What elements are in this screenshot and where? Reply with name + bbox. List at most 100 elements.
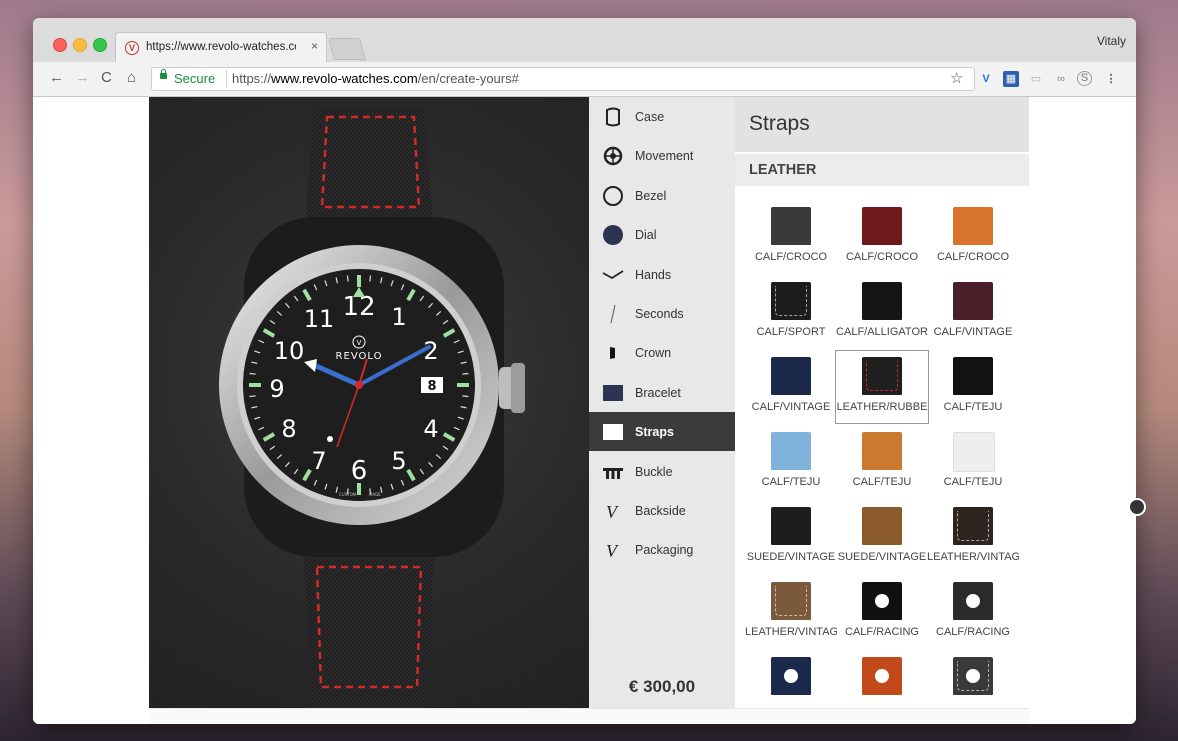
extension-image-icon[interactable]: ▭ [1028, 71, 1044, 87]
strap-option[interactable]: CALF/TEJU [836, 426, 928, 498]
strap-option[interactable]: CALF/RACING [927, 576, 1019, 648]
menu-item-bezel[interactable]: Bezel [589, 176, 735, 215]
strap-option[interactable]: LEATHER/VINTAG [927, 501, 1019, 573]
minimize-window-button[interactable] [73, 38, 87, 52]
strap-swatch-icon [953, 582, 993, 620]
panel-title: Straps [735, 97, 1029, 152]
strap-option[interactable]: SUEDE/VINTAGE [836, 501, 928, 573]
menu-item-hands[interactable]: Hands [589, 255, 735, 294]
menu-item-label: Dial [635, 228, 657, 243]
strap-option-label: LEATHER/VINTAG [745, 626, 837, 638]
watch-preview: 12 1 2 4 5 6 7 8 9 10 11 V REVOLO 8 CUST… [149, 97, 589, 708]
menu-item-crown[interactable]: Crown [589, 333, 735, 372]
close-window-button[interactable] [53, 38, 67, 52]
strap-option[interactable] [836, 651, 928, 708]
menu-item-label: Hands [635, 267, 672, 282]
strap-option[interactable]: CALF/CROCO [927, 201, 1019, 273]
menu-item-label: Movement [635, 149, 694, 164]
straps-icon [601, 421, 625, 443]
dial-tick [369, 275, 372, 282]
numeral-9: 9 [269, 375, 284, 403]
strap-option[interactable]: CALF/SPORT [745, 276, 837, 348]
browser-window: V https://www.revolo-watches.co × Vitaly… [33, 18, 1136, 724]
strap-swatch-icon [771, 282, 811, 320]
dial-icon [601, 224, 625, 246]
strap-swatch-icon [771, 207, 811, 245]
strap-option[interactable]: CALF/TEJU [927, 426, 1019, 498]
lock-icon [160, 69, 167, 79]
bookmark-star-icon[interactable]: ☆ [950, 69, 963, 87]
profile-name[interactable]: Vitaly [1097, 34, 1126, 48]
browser-menu-icon[interactable]: ⋮ [1103, 71, 1119, 87]
strap-swatch-icon [771, 357, 811, 395]
straps-panel: Straps LEATHER CALF/CROCO CALF/CROCO CALF/… [735, 97, 1029, 708]
extension-s-icon[interactable]: S [1077, 71, 1092, 86]
url-text[interactable]: https://www.revolo-watches.com/en/create… [232, 71, 519, 86]
strap-option[interactable]: CALF/TEJU [745, 426, 837, 498]
strap-option-label: CALF/CROCO [754, 251, 828, 263]
backside-icon: V [601, 500, 625, 522]
home-button[interactable]: ⌂ [127, 69, 136, 86]
tab-close-icon[interactable]: × [311, 39, 318, 53]
new-tab-button[interactable] [328, 38, 366, 60]
menu-item-backside[interactable]: V Backside [589, 491, 735, 530]
strap-swatch-icon [953, 657, 993, 695]
strap-option[interactable]: CALF/ALLIGATOR [836, 276, 928, 348]
menu-item-buckle[interactable]: Buckle [589, 452, 735, 491]
seconds-icon [601, 303, 625, 325]
menu-item-case[interactable]: Case [589, 97, 735, 136]
buckle-icon [601, 461, 625, 483]
strap-option[interactable] [927, 651, 1019, 708]
page-content: 12 1 2 4 5 6 7 8 9 10 11 V REVOLO 8 CUST… [33, 97, 1136, 724]
page-footer-strip [149, 708, 1029, 724]
strap-swatch-icon [771, 507, 811, 545]
strap-option[interactable]: CALF/VINTAGE [745, 351, 837, 423]
secure-label: Secure [174, 71, 216, 86]
reload-button[interactable]: C [101, 69, 112, 86]
strap-option[interactable]: CALF/CROCO [745, 201, 837, 273]
strap-option[interactable]: LEATHER/RUBBE [835, 350, 929, 424]
strap-option[interactable]: CALF/TEJU [927, 351, 1019, 423]
strap-option-label: CALF/TEJU [943, 476, 1003, 488]
browser-toolbar: ← → C ⌂ Secure https://www.revolo-watche… [33, 62, 1136, 97]
strap-option[interactable]: LEATHER/VINTAG [745, 576, 837, 648]
strap-option-label: LEATHER/VINTAG [927, 551, 1019, 563]
extension-screen-icon[interactable]: ▦ [1003, 71, 1019, 87]
crown-icon [601, 342, 625, 364]
strap-option[interactable] [745, 651, 837, 708]
menu-item-straps[interactable]: Straps [589, 412, 735, 452]
maximize-window-button[interactable] [93, 38, 107, 52]
menu-item-label: Bracelet [635, 385, 681, 400]
address-bar[interactable]: Secure https://www.revolo-watches.com/en… [151, 67, 975, 91]
extension-v-icon[interactable]: V [978, 71, 994, 87]
strap-swatch-icon [862, 657, 902, 695]
numeral-6: 6 [351, 456, 368, 486]
divider [226, 70, 227, 87]
strap-swatch-icon [862, 207, 902, 245]
menu-item-dial[interactable]: Dial [589, 215, 735, 254]
strap-option[interactable]: CALF/RACING [836, 576, 928, 648]
menu-item-bracelet[interactable]: Bracelet [589, 373, 735, 412]
menu-item-seconds[interactable]: Seconds [589, 294, 735, 333]
strap-swatch-icon [771, 582, 811, 620]
browser-tab[interactable]: V https://www.revolo-watches.co × [115, 32, 327, 63]
packaging-icon: V [601, 539, 625, 561]
strap-swatch-icon [862, 507, 902, 545]
resize-handle-icon[interactable] [1128, 498, 1146, 516]
strap-swatch-icon [862, 432, 902, 470]
watch-image: 12 1 2 4 5 6 7 8 9 10 11 V REVOLO 8 CUST… [219, 107, 525, 708]
strap-option[interactable]: CALF/VINTAGE [927, 276, 1019, 348]
extension-link-icon[interactable]: ∞ [1053, 71, 1069, 87]
menu-item-packaging[interactable]: V Packaging [589, 530, 735, 569]
strap-swatch-icon [953, 357, 993, 395]
hands-icon [601, 264, 625, 286]
menu-item-movement[interactable]: Movement [589, 136, 735, 175]
strap-option[interactable]: CALF/CROCO [836, 201, 928, 273]
date-window: 8 [427, 379, 436, 394]
strap-option-label: SUEDE/VINTAGE [746, 551, 836, 563]
strap-option-label: SUEDE/VINTAGE [837, 551, 927, 563]
strap-option[interactable]: SUEDE/VINTAGE [745, 501, 837, 573]
dial-tick [346, 275, 349, 282]
forward-button[interactable]: → [75, 69, 90, 86]
back-button[interactable]: ← [49, 69, 64, 86]
